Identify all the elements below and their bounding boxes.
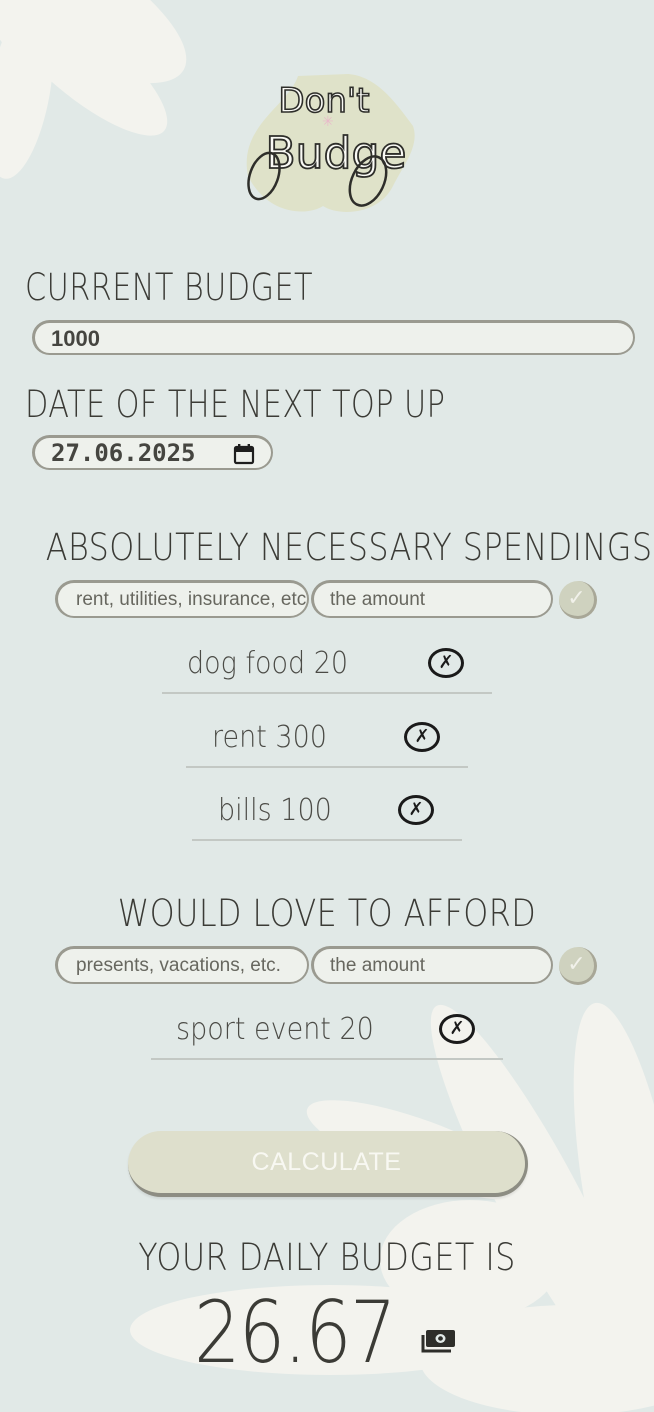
next-top-up-date-value: 27.06.2025 (51, 439, 196, 467)
list-item: sport event 20 ✗ (151, 1012, 503, 1060)
svg-text:✳: ✳ (322, 114, 334, 130)
delete-item-button[interactable]: ✗ (398, 795, 434, 825)
next-top-up-date-input[interactable]: 27.06.2025 (32, 435, 273, 470)
money-icon (421, 1330, 455, 1353)
checkmark-icon: ✓ (567, 586, 586, 611)
dont-budge-logo: Don't Budge ✳ (246, 74, 415, 212)
wish-name-placeholder: presents, vacations, etc. (76, 955, 281, 976)
wish-amount-placeholder: the amount (330, 955, 426, 976)
checkmark-icon: ✓ (567, 952, 586, 977)
list-item: rent 300 ✗ (186, 720, 468, 768)
daily-budget-label: YOUR DAILY BUDGET IS (138, 1236, 516, 1279)
list-item-label: rent 300 (212, 720, 327, 755)
delete-item-button[interactable]: ✗ (439, 1014, 475, 1044)
would-love-to-afford-title: WOULD LOVE TO AFFORD (117, 892, 537, 935)
calendar-icon[interactable] (233, 443, 255, 465)
next-top-up-label: DATE OF THE NEXT TOP UP (25, 383, 446, 426)
current-budget-label: CURRENT BUDGET (25, 266, 313, 309)
add-wish-button[interactable]: ✓ (559, 947, 597, 985)
current-budget-value: 1000 (51, 326, 100, 351)
list-item-label: bills 100 (218, 793, 332, 828)
wish-name-input[interactable]: presents, vacations, etc. (55, 946, 309, 984)
delete-item-button[interactable]: ✗ (428, 648, 464, 678)
current-budget-input[interactable]: 1000 (32, 320, 635, 355)
list-item-label: dog food 20 (187, 646, 349, 681)
list-item-label: sport event 20 (176, 1012, 374, 1047)
list-item: dog food 20 ✗ (162, 646, 492, 694)
necessary-name-input[interactable]: rent, utilities, insurance, etc. (55, 580, 309, 618)
list-item: bills 100 ✗ (192, 793, 462, 841)
necessary-amount-placeholder: the amount (330, 589, 426, 610)
necessary-amount-input[interactable]: the amount (311, 580, 553, 618)
necessary-name-placeholder: rent, utilities, insurance, etc. (76, 589, 309, 610)
daily-budget-value: 26.67 (194, 1283, 396, 1383)
wish-amount-input[interactable]: the amount (311, 946, 553, 984)
calculate-button[interactable]: CALCULATE (128, 1131, 528, 1197)
necessary-spendings-title: ABSOLUTELY NECESSARY SPENDINGS (45, 526, 653, 569)
add-necessary-button[interactable]: ✓ (559, 581, 597, 619)
delete-item-button[interactable]: ✗ (404, 722, 440, 752)
